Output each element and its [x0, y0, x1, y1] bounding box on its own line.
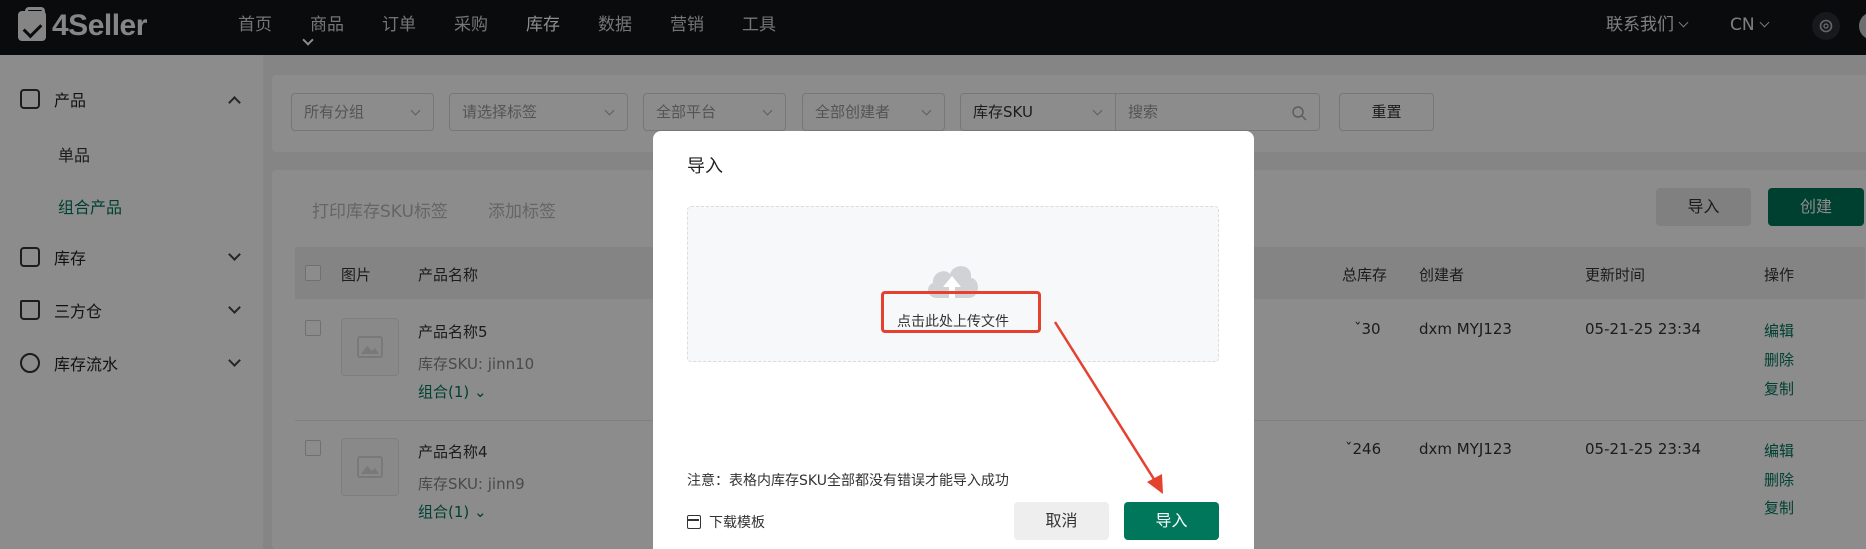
download-template-label: 下载模板: [709, 515, 765, 531]
annotation-highlight-box: [881, 291, 1041, 333]
confirm-import-button[interactable]: 导入: [1124, 502, 1219, 540]
cancel-button[interactable]: 取消: [1014, 502, 1109, 540]
dialog-title: 导入: [687, 156, 723, 177]
table-icon: [687, 515, 701, 529]
import-notice: 注意：表格内库存SKU全部都没有错误才能导入成功: [687, 473, 1009, 489]
download-template-link[interactable]: 下载模板: [687, 512, 765, 532]
